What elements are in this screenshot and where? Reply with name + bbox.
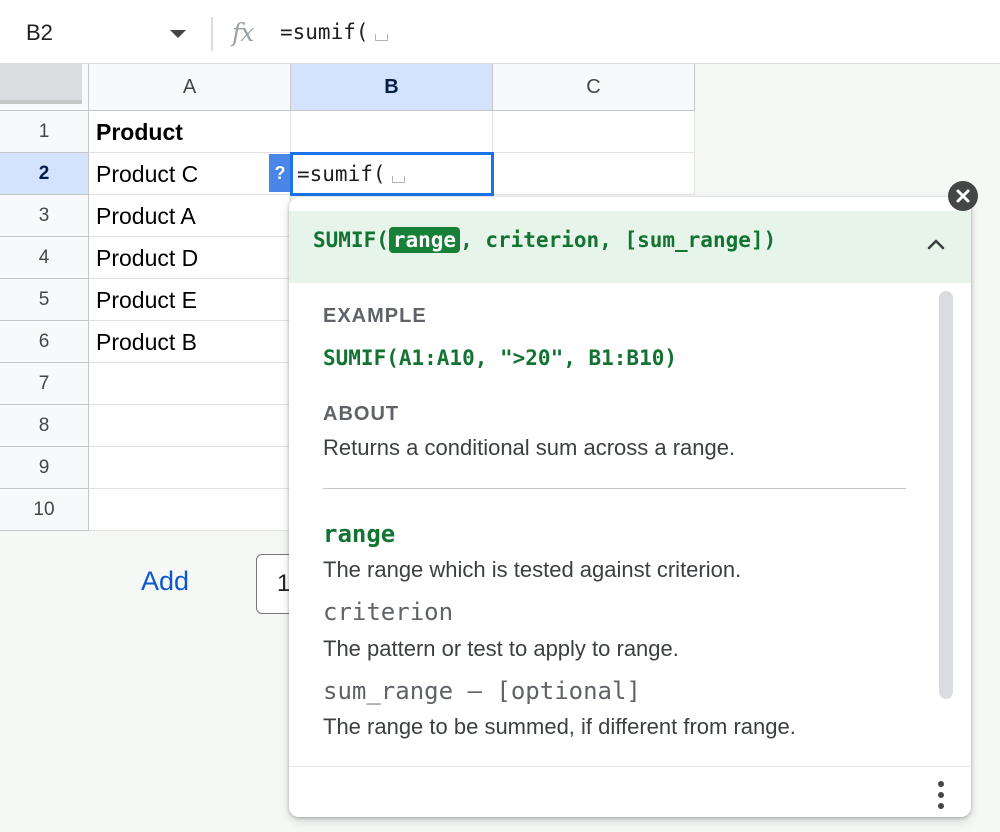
row-header-10[interactable]: 10 bbox=[0, 489, 89, 531]
fx-icon: fx bbox=[232, 18, 254, 47]
formula-text: =sumif( bbox=[280, 20, 369, 44]
about-text: Returns a conditional sum across a range… bbox=[323, 435, 736, 460]
help-scrollbar[interactable] bbox=[939, 291, 953, 699]
formula-bar-divider bbox=[211, 17, 213, 51]
arg-desc-range: The range which is tested against criter… bbox=[323, 557, 742, 582]
function-help-footer bbox=[289, 766, 971, 817]
cell-a3[interactable]: Product A bbox=[89, 195, 291, 237]
cell-a7[interactable] bbox=[89, 363, 291, 405]
column-header-c[interactable]: C bbox=[493, 64, 695, 111]
function-signature-header[interactable]: SUMIF(range, criterion, [sum_range]) bbox=[289, 211, 971, 283]
close-icon-glyph bbox=[956, 189, 970, 203]
cell-a6[interactable]: Product B bbox=[89, 321, 291, 363]
more-dot bbox=[938, 792, 944, 798]
arg-desc-criterion: The pattern or test to apply to range. bbox=[323, 636, 679, 661]
cell-c1[interactable] bbox=[493, 111, 695, 153]
arg-name-criterion: criterion bbox=[323, 598, 454, 626]
row-header-4[interactable]: 4 bbox=[0, 237, 89, 279]
function-help-body: EXAMPLE SUMIF(A1:A10, ">20", B1:B10) ABO… bbox=[299, 283, 961, 766]
more-dot bbox=[938, 803, 944, 809]
formula-help-toggle[interactable]: ? bbox=[269, 154, 291, 192]
more-vert-icon[interactable] bbox=[937, 781, 945, 809]
name-box[interactable]: B2 bbox=[26, 20, 53, 46]
name-box-dropdown-icon[interactable] bbox=[170, 30, 186, 38]
function-signature: SUMIF(range, criterion, [sum_range]) bbox=[313, 227, 777, 253]
arg-name-range: range bbox=[323, 520, 396, 548]
signature-active-arg: range bbox=[388, 227, 461, 253]
cell-a5[interactable]: Product E bbox=[89, 279, 291, 321]
row-header-2[interactable]: 2 bbox=[0, 153, 89, 195]
about-label: ABOUT bbox=[323, 403, 400, 425]
arg-desc-sum-range: The range to be summed, if different fro… bbox=[323, 714, 796, 739]
example-formula: SUMIF(A1:A10, ">20", B1:B10) bbox=[323, 346, 678, 370]
example-label: EXAMPLE bbox=[323, 305, 427, 327]
function-help-popup: SUMIF(range, criterion, [sum_range]) EXA… bbox=[289, 197, 971, 817]
help-divider bbox=[323, 488, 906, 489]
column-header-a[interactable]: A bbox=[89, 64, 291, 111]
cell-b1[interactable] bbox=[291, 111, 493, 153]
close-icon[interactable] bbox=[948, 181, 978, 211]
row-header-1[interactable]: 1 bbox=[0, 111, 89, 153]
add-rows-button[interactable]: Add bbox=[141, 566, 189, 597]
more-dot bbox=[938, 781, 944, 787]
space-marker-icon bbox=[374, 34, 388, 41]
column-header-b[interactable]: B bbox=[291, 64, 493, 111]
row-header-5[interactable]: 5 bbox=[0, 279, 89, 321]
chevron-up-glyph bbox=[927, 239, 945, 250]
chevron-up-icon[interactable] bbox=[923, 231, 949, 257]
row-header-9[interactable]: 9 bbox=[0, 447, 89, 489]
signature-name: SUMIF( bbox=[313, 228, 389, 252]
active-cell-editor[interactable]: =sumif( bbox=[290, 152, 494, 196]
cell-a4[interactable]: Product D bbox=[89, 237, 291, 279]
cell-a9[interactable] bbox=[89, 447, 291, 489]
formula-input[interactable]: =sumif( bbox=[280, 20, 388, 44]
row-header-6[interactable]: 6 bbox=[0, 321, 89, 363]
cell-a8[interactable] bbox=[89, 405, 291, 447]
cell-a1[interactable]: Product bbox=[89, 111, 291, 153]
cell-a10[interactable] bbox=[89, 489, 291, 531]
row-header-3[interactable]: 3 bbox=[0, 195, 89, 237]
cell-c2[interactable] bbox=[493, 153, 695, 195]
select-all-bar bbox=[0, 64, 82, 104]
space-marker-icon bbox=[391, 176, 405, 183]
active-cell-formula: =sumif( bbox=[297, 162, 386, 186]
signature-rest: , criterion, [sum_range]) bbox=[460, 228, 777, 252]
row-header-7[interactable]: 7 bbox=[0, 363, 89, 405]
arg-name-sum-range: sum_range – [optional] bbox=[323, 677, 641, 705]
cell-a2[interactable]: Product C bbox=[89, 153, 291, 195]
select-all-corner[interactable] bbox=[0, 64, 89, 111]
formula-bar: B2 fx =sumif( bbox=[0, 0, 1000, 64]
row-header-8[interactable]: 8 bbox=[0, 405, 89, 447]
function-help-content: EXAMPLE SUMIF(A1:A10, ">20", B1:B10) ABO… bbox=[299, 283, 961, 766]
